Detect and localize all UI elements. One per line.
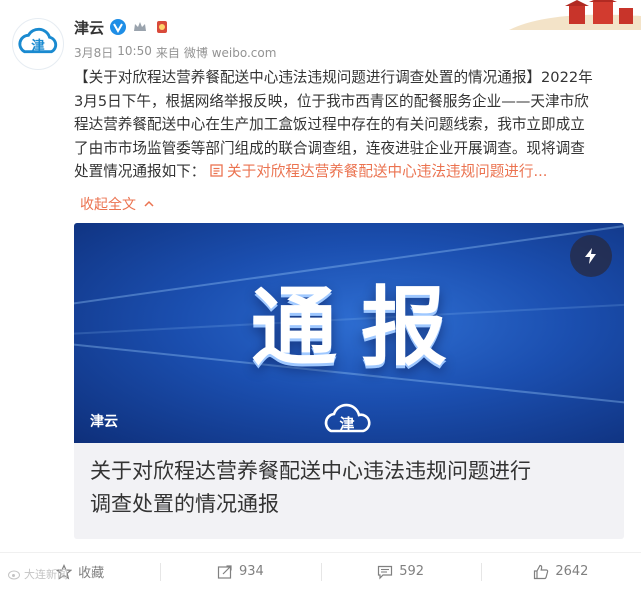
card-title-line: 关于对欣程达营养餐配送中心违法违规问题进行 bbox=[90, 459, 531, 483]
post-time[interactable]: 10:50 bbox=[117, 44, 152, 61]
chevron-up-icon bbox=[144, 200, 154, 207]
post-text-line: 程达营养餐配送中心在生产加工盒饭过程中存在的有关问题线索，我市立即成立 bbox=[74, 116, 585, 133]
svg-text:津: 津 bbox=[31, 38, 45, 55]
username[interactable]: 津云 bbox=[74, 17, 104, 38]
crown-icon[interactable] bbox=[132, 19, 148, 35]
article-link[interactable]: 关于对欣程达营养餐配送中心违法违规问题进行... bbox=[210, 163, 547, 180]
post-text-line: 了由市市场监管委等部门组成的联合调查组，连夜进驻企业开展调查。现将调查 bbox=[74, 139, 585, 157]
weibo-logo-icon bbox=[8, 570, 20, 580]
article-card[interactable]: 通报 津云 津 关于对欣程达营养餐配送中心违法违规问题进行 调查处置的情况通报 bbox=[74, 223, 624, 539]
post-text: 【关于对欣程达营养餐配送中心违法违规问题进行调查处置的情况通报】2022年 3月… bbox=[74, 66, 630, 184]
article-cover-image[interactable]: 通报 津云 津 bbox=[74, 223, 624, 443]
article-link-text[interactable]: 关于对欣程达营养餐配送中心违法违规问题进行... bbox=[227, 163, 547, 180]
cover-source-label: 津云 bbox=[90, 414, 118, 430]
repost-count: 934 bbox=[238, 564, 264, 579]
like-count: 2642 bbox=[555, 564, 589, 579]
comment-button[interactable]: 592 bbox=[320, 553, 481, 590]
comment-count: 592 bbox=[399, 564, 425, 579]
post-meta: 3月8日 10:50 来自 微博 weibo.com bbox=[74, 44, 276, 61]
post-date[interactable]: 3月8日 bbox=[74, 44, 113, 61]
user-avatar[interactable]: 津 bbox=[12, 18, 64, 70]
post-actions: 收藏 934 592 2642 bbox=[0, 552, 641, 590]
thumbs-up-icon bbox=[534, 564, 549, 579]
post-text-line: 3月5日下午，根据网络举报反映，位于我市西青区的配餐服务企业——天津市欣 bbox=[74, 92, 589, 110]
post-source[interactable]: 微博 weibo.com bbox=[184, 44, 277, 61]
post-text-line: 【关于对欣程达营养餐配送中心违法违规问题进行调查处置的情况通报】2022年 bbox=[74, 69, 593, 86]
jinyun-cloud-icon: 津 bbox=[324, 403, 371, 433]
festival-banner-icon bbox=[509, 0, 641, 30]
like-button[interactable]: 2642 bbox=[480, 553, 641, 590]
article-card-title[interactable]: 关于对欣程达营养餐配送中心违法违规问题进行 调查处置的情况通报 bbox=[90, 455, 610, 521]
comment-icon bbox=[378, 565, 393, 579]
article-link-icon bbox=[210, 164, 223, 177]
lightning-icon[interactable] bbox=[570, 235, 612, 277]
post-text-last-prefix: 处置情况通报如下： bbox=[74, 163, 206, 180]
card-title-line: 调查处置的情况通报 bbox=[90, 492, 279, 516]
collapse-button[interactable]: 收起全文 bbox=[80, 194, 154, 214]
medal-icon[interactable] bbox=[154, 19, 170, 35]
verified-v-icon[interactable] bbox=[110, 19, 127, 35]
repost-icon bbox=[217, 564, 232, 579]
watermark: 大连新闻 bbox=[8, 566, 68, 582]
collapse-label[interactable]: 收起全文 bbox=[80, 194, 136, 214]
source-prefix: 来自 bbox=[155, 46, 180, 60]
weibo-post: 津 津云 3月8日 10:50 来自 微博 weibo.com 【关于对欣程达营… bbox=[0, 0, 641, 590]
jinyun-logo-icon: 津 bbox=[18, 27, 58, 55]
favorite-label: 收藏 bbox=[78, 566, 105, 581]
repost-button[interactable]: 934 bbox=[160, 553, 320, 590]
post-text-line: 处置情况通报如下： 关于对欣程达营养餐配送中心违法违规问题进行... bbox=[74, 160, 630, 184]
watermark-text: 大连新闻 bbox=[24, 568, 68, 581]
svg-text:津: 津 bbox=[339, 415, 354, 433]
post-header: 津云 bbox=[74, 14, 170, 40]
cover-title: 通报 bbox=[251, 278, 471, 378]
